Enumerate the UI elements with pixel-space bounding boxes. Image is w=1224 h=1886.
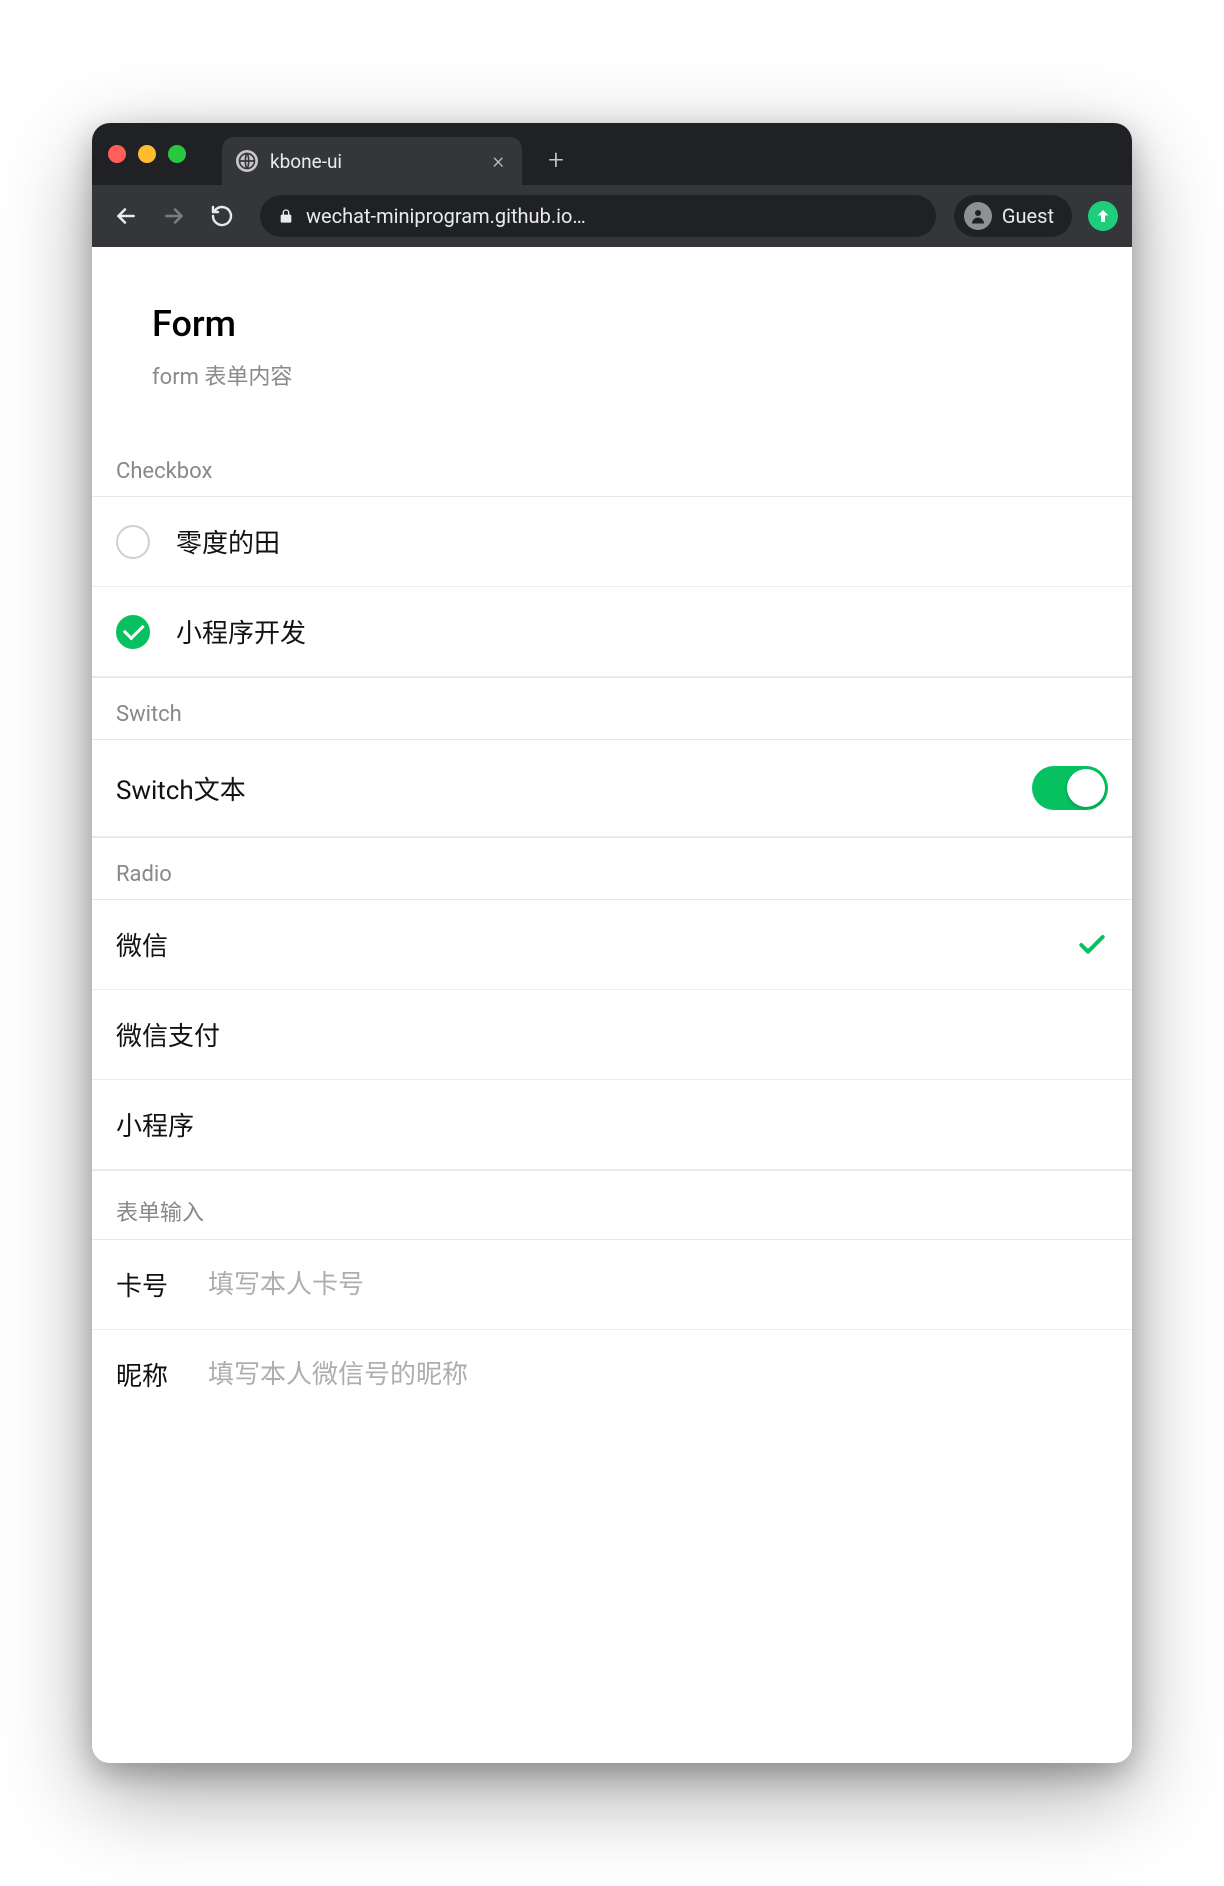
tab-bar: kbone-ui × + [92, 123, 1132, 185]
maximize-window-button[interactable] [168, 145, 186, 163]
card-number-input[interactable] [208, 1269, 1108, 1300]
browser-window: kbone-ui × + wechat-miniprogram.github.i… [92, 123, 1132, 1763]
switch-toggle[interactable] [1032, 766, 1108, 810]
close-tab-button[interactable]: × [488, 149, 508, 174]
browser-tab[interactable]: kbone-ui × [222, 137, 522, 185]
page-content: Form form 表单内容 Checkbox 零度的田 小程序开发 Switc… [92, 247, 1132, 1763]
input-row-card: 卡号 [92, 1240, 1132, 1330]
close-window-button[interactable] [108, 145, 126, 163]
checkbox-item[interactable]: 零度的田 [92, 497, 1132, 587]
switch-item[interactable]: Switch文本 [92, 740, 1132, 837]
globe-icon [236, 150, 258, 172]
radio-label: 微信支付 [116, 1016, 220, 1053]
forward-button[interactable] [154, 196, 194, 236]
minimize-window-button[interactable] [138, 145, 156, 163]
input-row-nickname: 昵称 [92, 1330, 1132, 1419]
checkbox-item[interactable]: 小程序开发 [92, 587, 1132, 677]
input-group-title: 表单输入 [92, 1171, 1132, 1240]
switch-group-title: Switch [92, 678, 1132, 740]
page-title: Form [152, 303, 1072, 345]
radio-label: 微信 [116, 926, 168, 963]
lock-icon [278, 207, 294, 225]
extension-badge[interactable] [1088, 201, 1118, 231]
tab-title: kbone-ui [270, 150, 476, 173]
profile-chip[interactable]: Guest [954, 195, 1072, 237]
check-icon [1076, 929, 1108, 961]
new-tab-button[interactable]: + [538, 141, 574, 177]
radio-group-title: Radio [92, 838, 1132, 900]
url-text: wechat-miniprogram.github.io… [306, 204, 586, 228]
browser-toolbar: wechat-miniprogram.github.io… Guest [92, 185, 1132, 247]
checkbox-icon [116, 525, 150, 559]
radio-item[interactable]: 微信支付 [92, 990, 1132, 1080]
checkbox-label: 小程序开发 [176, 613, 306, 650]
radio-item[interactable]: 小程序 [92, 1080, 1132, 1170]
reload-button[interactable] [202, 196, 242, 236]
input-label: 昵称 [116, 1356, 188, 1393]
radio-item[interactable]: 微信 [92, 900, 1132, 990]
switch-label: Switch文本 [116, 770, 246, 807]
checkbox-label: 零度的田 [176, 523, 280, 560]
checkbox-checked-icon [116, 615, 150, 649]
input-label: 卡号 [116, 1266, 188, 1303]
address-bar[interactable]: wechat-miniprogram.github.io… [260, 195, 936, 237]
page-header: Form form 表单内容 [92, 247, 1132, 435]
profile-label: Guest [1002, 204, 1054, 228]
checkbox-group-title: Checkbox [92, 435, 1132, 497]
back-button[interactable] [106, 196, 146, 236]
nickname-input[interactable] [208, 1359, 1108, 1390]
window-controls [108, 145, 186, 163]
radio-label: 小程序 [116, 1106, 194, 1143]
page-subtitle: form 表单内容 [152, 359, 1072, 391]
person-icon [964, 202, 992, 230]
